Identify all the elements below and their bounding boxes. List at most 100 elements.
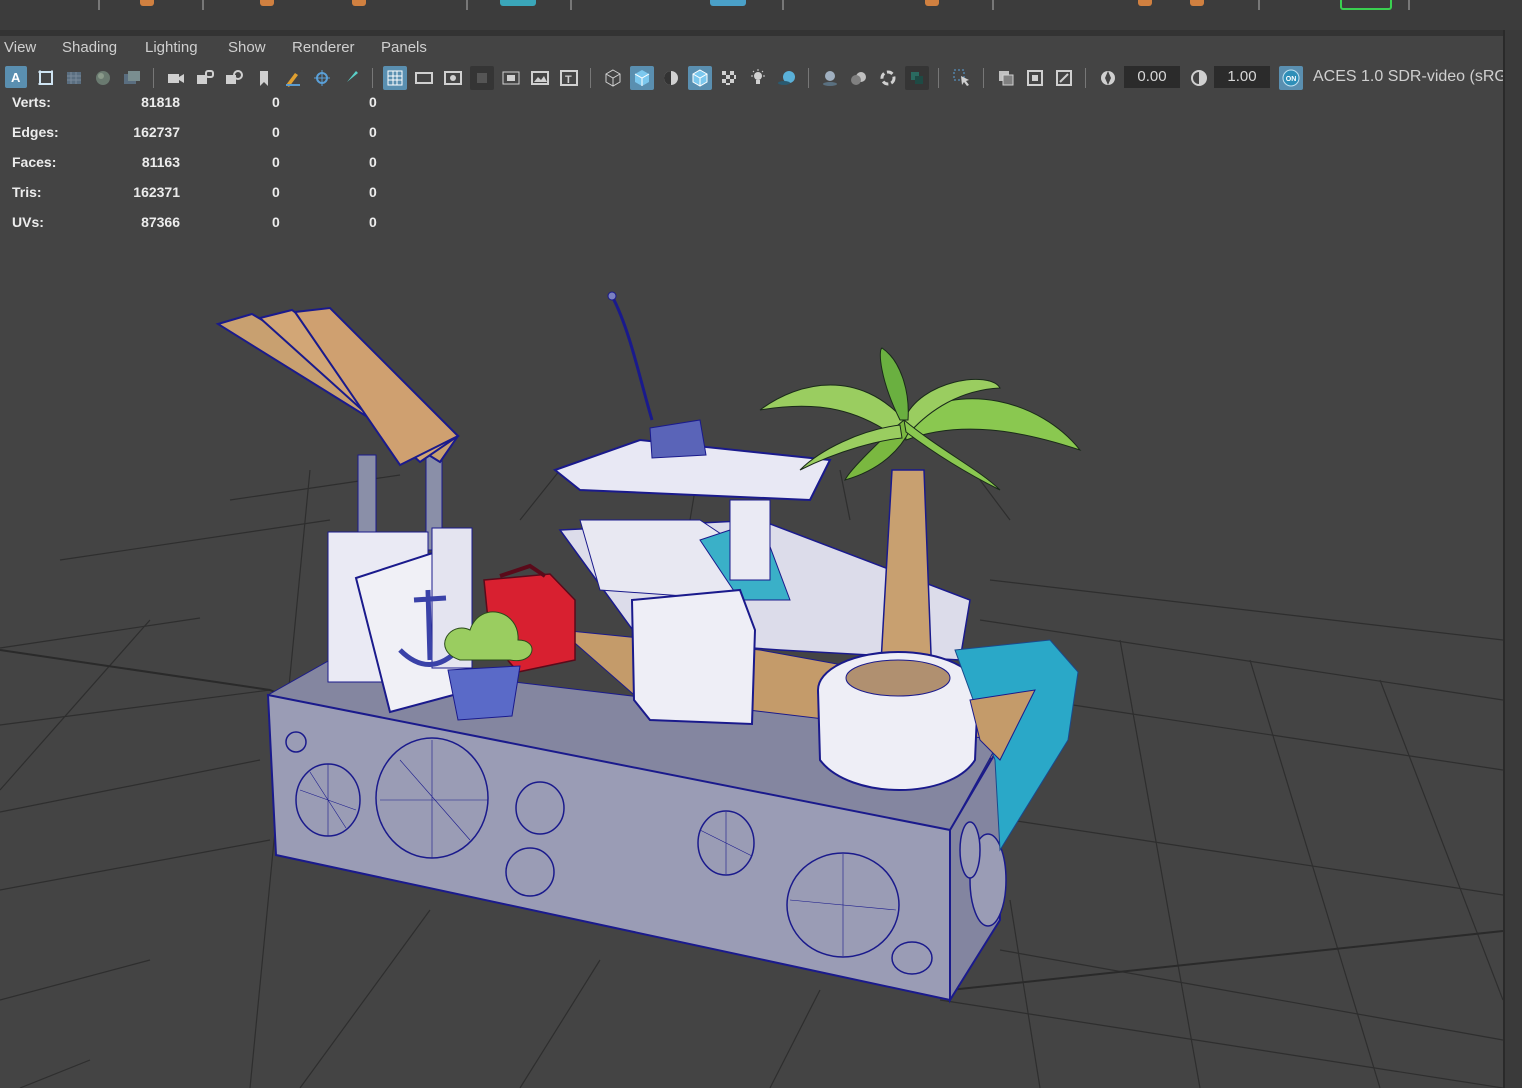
paint-brush-icon[interactable] bbox=[339, 66, 363, 90]
svg-text:T: T bbox=[565, 74, 572, 86]
menu-view[interactable]: View bbox=[4, 39, 36, 56]
shelf-separator bbox=[202, 0, 204, 10]
xray-icon[interactable] bbox=[994, 66, 1018, 90]
field-chart-icon[interactable] bbox=[499, 66, 523, 90]
shelf-separator bbox=[782, 0, 784, 10]
toolbar-separator bbox=[938, 68, 939, 88]
2d-pan-zoom-icon[interactable] bbox=[120, 66, 144, 90]
hud-selected: 0 bbox=[272, 154, 280, 170]
use-all-lights-icon[interactable] bbox=[746, 66, 770, 90]
gate-mask-icon[interactable] bbox=[470, 66, 494, 90]
svg-text:A: A bbox=[11, 70, 21, 85]
hud-label: Faces: bbox=[12, 154, 57, 170]
gamma-field[interactable]: 1.00 bbox=[1214, 66, 1270, 88]
hud-row-faces: Faces: 81163 0 0 bbox=[12, 154, 392, 184]
hud-selected-component: 0 bbox=[369, 184, 377, 200]
panel-toolbar: A T 0.00 1.00 ON ACES 1.0 SDR-video (sRG… bbox=[0, 62, 1522, 94]
depth-of-field-icon[interactable] bbox=[905, 66, 929, 90]
hud-label: Tris: bbox=[12, 184, 42, 200]
hud-total: 81163 bbox=[141, 154, 180, 170]
hud-row-verts: Verts: 81818 0 0 bbox=[12, 94, 392, 124]
film-gate-icon[interactable] bbox=[412, 66, 436, 90]
shelf-icon[interactable] bbox=[140, 0, 154, 6]
grid-icon[interactable] bbox=[383, 66, 407, 90]
gamma-icon[interactable] bbox=[1187, 66, 1211, 90]
hud-selected: 0 bbox=[272, 184, 280, 200]
bookmark-icon[interactable] bbox=[62, 66, 86, 90]
safe-action-icon[interactable] bbox=[528, 66, 552, 90]
hud-total: 81818 bbox=[141, 94, 180, 110]
motion-blur-icon[interactable] bbox=[847, 66, 871, 90]
hud-total: 87366 bbox=[141, 214, 180, 230]
hud-total: 162737 bbox=[133, 124, 180, 140]
safe-title-icon[interactable]: T bbox=[557, 66, 581, 90]
hud-row-edges: Edges: 162737 0 0 bbox=[12, 124, 392, 154]
hud-selected: 0 bbox=[272, 94, 280, 110]
wireframe-on-shaded-icon[interactable] bbox=[688, 66, 712, 90]
color-management-toggle-icon[interactable]: ON bbox=[1279, 66, 1303, 90]
camera-attributes-icon[interactable] bbox=[34, 66, 58, 90]
textured-icon[interactable] bbox=[717, 66, 741, 90]
menu-shading[interactable]: Shading bbox=[62, 39, 117, 56]
toolbar-separator bbox=[372, 68, 373, 88]
shelf-icon[interactable] bbox=[352, 0, 366, 6]
toolbar-separator bbox=[153, 68, 154, 88]
hud-row-tris: Tris: 162371 0 0 bbox=[12, 184, 392, 214]
resolution-gate-icon[interactable] bbox=[441, 66, 465, 90]
exposure-icon[interactable] bbox=[1096, 66, 1120, 90]
isolate-select-icon[interactable] bbox=[950, 66, 974, 90]
hud-selected: 0 bbox=[272, 214, 280, 230]
color-management-badge: ON bbox=[1286, 76, 1297, 83]
shelf-icon[interactable] bbox=[1190, 0, 1204, 6]
shelf-icon[interactable] bbox=[710, 0, 746, 6]
shelf-icon[interactable] bbox=[500, 0, 536, 6]
menu-lighting[interactable]: Lighting bbox=[145, 39, 198, 56]
image-plane-icon[interactable] bbox=[91, 66, 115, 90]
hud-selected-component: 0 bbox=[369, 124, 377, 140]
pan-zoom-icon[interactable] bbox=[310, 66, 334, 90]
shelf-icon[interactable] bbox=[1138, 0, 1152, 6]
wireframe-icon[interactable] bbox=[601, 66, 625, 90]
planter bbox=[817, 651, 979, 791]
hud-selected-component: 0 bbox=[369, 214, 377, 230]
shelf-icon[interactable] bbox=[1340, 0, 1392, 10]
camera-icon[interactable] bbox=[164, 66, 188, 90]
toolbar-separator bbox=[1085, 68, 1086, 88]
hud-label: Verts: bbox=[12, 94, 51, 110]
default-material-icon[interactable] bbox=[659, 66, 683, 90]
menu-show[interactable]: Show bbox=[228, 39, 266, 56]
shelf-separator bbox=[1258, 0, 1260, 10]
hud-label: UVs: bbox=[12, 214, 44, 230]
hud-selected-component: 0 bbox=[369, 94, 377, 110]
lock-camera-icon[interactable] bbox=[193, 66, 217, 90]
toolbar-separator bbox=[590, 68, 591, 88]
shelf-separator bbox=[466, 0, 468, 10]
hud-selected-component: 0 bbox=[369, 154, 377, 170]
anti-aliasing-icon[interactable] bbox=[876, 66, 900, 90]
hud-total: 162371 bbox=[133, 184, 180, 200]
toolbar-separator bbox=[983, 68, 984, 88]
color-space-label[interactable]: ACES 1.0 SDR-video (sRGB) bbox=[1313, 68, 1522, 86]
exposure-field[interactable]: 0.00 bbox=[1124, 66, 1180, 88]
shadows-icon[interactable] bbox=[775, 66, 799, 90]
panel-right-edge bbox=[1503, 30, 1522, 1088]
bookmark-flag-icon[interactable] bbox=[252, 66, 276, 90]
panel-menu-bar: View Shading Lighting Show Renderer Pane… bbox=[0, 36, 1503, 62]
shelf-separator bbox=[98, 0, 100, 10]
shelf-icon[interactable] bbox=[260, 0, 274, 6]
hud-row-uvs: UVs: 87366 0 0 bbox=[12, 214, 392, 244]
camera-settings-icon[interactable] bbox=[222, 66, 246, 90]
upper-shelf-strip bbox=[0, 0, 1522, 31]
shelf-separator bbox=[992, 0, 994, 10]
shelf-icon[interactable] bbox=[925, 0, 939, 6]
menu-renderer[interactable]: Renderer bbox=[292, 39, 355, 56]
grease-pencil-icon[interactable] bbox=[281, 66, 305, 90]
xray-joints-icon[interactable] bbox=[1052, 66, 1076, 90]
xray-active-components-icon[interactable] bbox=[1023, 66, 1047, 90]
select-camera-icon[interactable]: A bbox=[5, 66, 27, 88]
smooth-shade-icon[interactable] bbox=[630, 66, 654, 90]
shelf-separator bbox=[1408, 0, 1410, 10]
screen-space-ao-icon[interactable] bbox=[818, 66, 842, 90]
toolbar-separator bbox=[808, 68, 809, 88]
menu-panels[interactable]: Panels bbox=[381, 39, 427, 56]
